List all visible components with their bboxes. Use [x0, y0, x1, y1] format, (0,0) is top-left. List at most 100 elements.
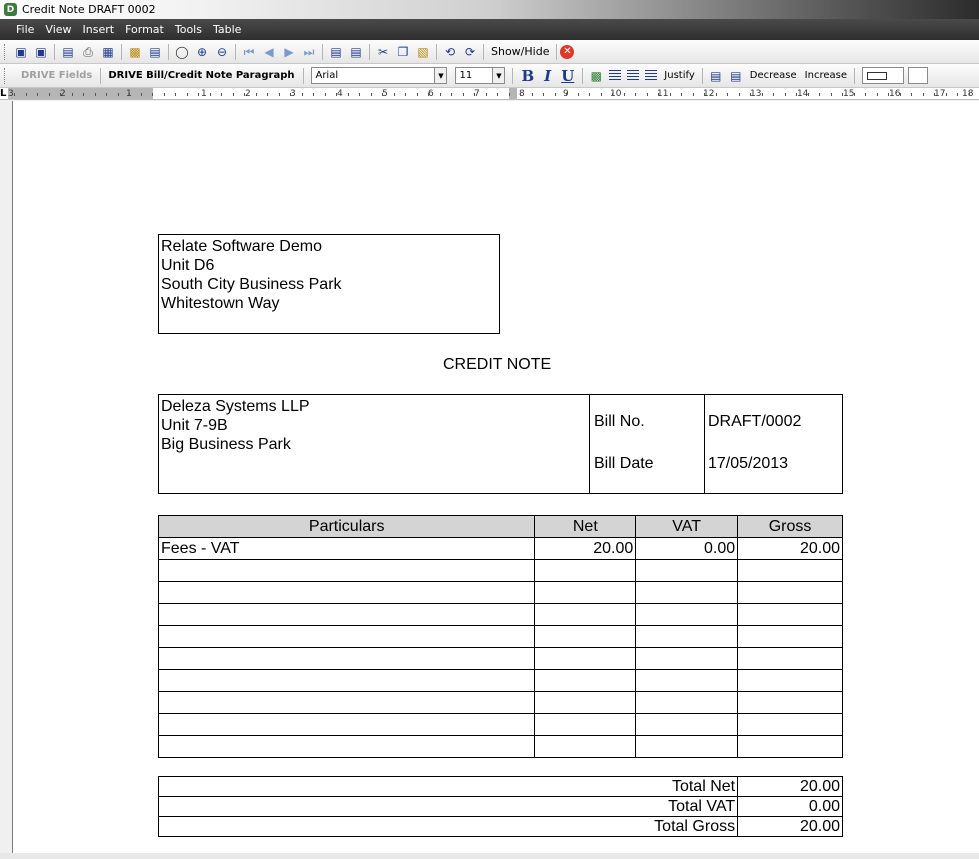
cell-net[interactable]: [534, 581, 637, 604]
underline-button[interactable]: U: [561, 67, 574, 85]
cell-net[interactable]: 20.00: [534, 537, 637, 560]
paste-format-icon[interactable]: ▤: [348, 44, 364, 60]
insert-table-icon[interactable]: ▤: [147, 44, 163, 60]
border-style-select[interactable]: [861, 67, 904, 84]
zoom-out-icon[interactable]: ⊖: [214, 44, 230, 60]
previous-page-icon[interactable]: ◀: [261, 44, 277, 60]
numbered-list-icon[interactable]: ▤: [728, 68, 744, 84]
decrease-indent-button[interactable]: Decrease: [750, 70, 797, 81]
cut-icon[interactable]: ✂: [375, 44, 391, 60]
cell-vat[interactable]: [635, 713, 739, 736]
zoom-in-icon[interactable]: ⊕: [194, 44, 210, 60]
cell-gross[interactable]: [737, 735, 843, 758]
align-right-icon[interactable]: [645, 70, 658, 81]
cell-gross[interactable]: [737, 713, 843, 736]
cell-gross[interactable]: [737, 691, 843, 714]
page-setup-icon[interactable]: ▤: [60, 44, 76, 60]
cell-gross[interactable]: [737, 559, 843, 582]
cell-vat[interactable]: [635, 647, 739, 670]
horizontal-ruler[interactable]: L 321123456789101112131415161718: [0, 88, 979, 100]
close-document-icon[interactable]: ✕: [560, 44, 575, 59]
cell-particulars[interactable]: [157, 581, 536, 604]
first-page-icon[interactable]: ⏮: [241, 44, 257, 60]
ruler-tick: [900, 93, 901, 96]
next-page-icon[interactable]: ▶: [281, 44, 297, 60]
align-center-icon[interactable]: [627, 70, 640, 81]
cell-particulars[interactable]: [157, 713, 536, 736]
cell-net[interactable]: [534, 691, 637, 714]
paragraph-style-button[interactable]: DRIVE Bill/Credit Note Paragraph: [108, 70, 294, 81]
ruler-tick: [405, 93, 406, 96]
cell-particulars[interactable]: [157, 647, 536, 670]
cell-net[interactable]: [534, 647, 637, 670]
cell-net[interactable]: [534, 735, 637, 758]
cell-net[interactable]: [534, 713, 637, 736]
cell-particulars[interactable]: [157, 691, 536, 714]
bold-button[interactable]: B: [521, 67, 534, 85]
cell-vat[interactable]: [635, 735, 739, 758]
last-page-icon[interactable]: ⏭: [301, 44, 317, 60]
cell-gross[interactable]: [737, 669, 843, 692]
cell-vat[interactable]: [635, 625, 739, 648]
cell-gross[interactable]: [737, 581, 843, 604]
document-page[interactable]: Relate Software Demo Unit D6 South City …: [12, 101, 979, 853]
cell-net[interactable]: [534, 603, 637, 626]
menu-table[interactable]: Table: [213, 23, 241, 36]
cell-gross[interactable]: [737, 625, 843, 648]
ruler-tick: [509, 93, 510, 96]
cell-particulars[interactable]: Fees - VAT: [157, 537, 536, 560]
paste-icon[interactable]: ▧: [415, 44, 431, 60]
cell-particulars[interactable]: [157, 603, 536, 626]
increase-indent-button[interactable]: Increase: [805, 70, 847, 81]
ruler-tick: [785, 93, 786, 96]
cell-particulars[interactable]: [157, 669, 536, 692]
italic-button[interactable]: I: [544, 67, 551, 85]
align-left-icon[interactable]: [609, 70, 622, 81]
cell-vat[interactable]: [635, 691, 739, 714]
cell-particulars[interactable]: [157, 625, 536, 648]
drive-fields-button[interactable]: DRIVE Fields: [21, 70, 92, 81]
cell-net[interactable]: [534, 559, 637, 582]
save-as-icon[interactable]: ▣: [33, 44, 49, 60]
copy-format-icon[interactable]: ▤: [328, 44, 344, 60]
cell-gross[interactable]: 20.00: [737, 537, 843, 560]
separator: [701, 67, 703, 84]
cell-vat[interactable]: [635, 559, 739, 582]
redo-icon[interactable]: ⟳: [462, 44, 478, 60]
cell-vat[interactable]: [635, 581, 739, 604]
cell-net[interactable]: [534, 625, 637, 648]
menu-insert[interactable]: Insert: [83, 23, 115, 36]
bullet-list-icon[interactable]: ▤: [708, 68, 724, 84]
menu-tools[interactable]: Tools: [175, 23, 202, 36]
ruler-tick: [934, 93, 935, 96]
chevron-down-icon[interactable]: ▼: [434, 68, 447, 83]
copy-icon[interactable]: ❐: [395, 44, 411, 60]
save-icon[interactable]: ▣: [13, 44, 29, 60]
menu-view[interactable]: View: [45, 23, 71, 36]
insert-image-icon[interactable]: ▩: [127, 44, 143, 60]
cell-vat[interactable]: [635, 603, 739, 626]
cell-vat[interactable]: 0.00: [635, 537, 739, 560]
tab-stop-selector[interactable]: L: [0, 88, 8, 99]
cell-vat[interactable]: [635, 669, 739, 692]
cell-particulars[interactable]: [157, 735, 536, 758]
cell-gross[interactable]: [737, 647, 843, 670]
cell-net[interactable]: [534, 669, 637, 692]
print-icon[interactable]: ⎙: [80, 44, 96, 60]
border-style-select-2[interactable]: [907, 67, 928, 84]
print-preview-icon[interactable]: ▦: [100, 44, 116, 60]
show-hide-button[interactable]: Show/Hide: [491, 45, 549, 58]
justify-button[interactable]: Justify: [664, 70, 694, 81]
cell-gross[interactable]: [737, 603, 843, 626]
undo-icon[interactable]: ⟲: [442, 44, 458, 60]
menu-format[interactable]: Format: [125, 23, 164, 36]
find-icon[interactable]: ◯: [174, 44, 190, 60]
font-name-select[interactable]: Arial ▼: [311, 67, 448, 84]
toolbar-grip[interactable]: [4, 67, 7, 84]
toolbar-grip[interactable]: [4, 43, 7, 60]
chevron-down-icon[interactable]: ▼: [492, 68, 505, 83]
font-size-select[interactable]: 11 ▼: [455, 67, 506, 84]
picture-icon[interactable]: ▩: [588, 68, 604, 84]
menu-file[interactable]: File: [16, 23, 34, 36]
cell-particulars[interactable]: [157, 559, 536, 582]
